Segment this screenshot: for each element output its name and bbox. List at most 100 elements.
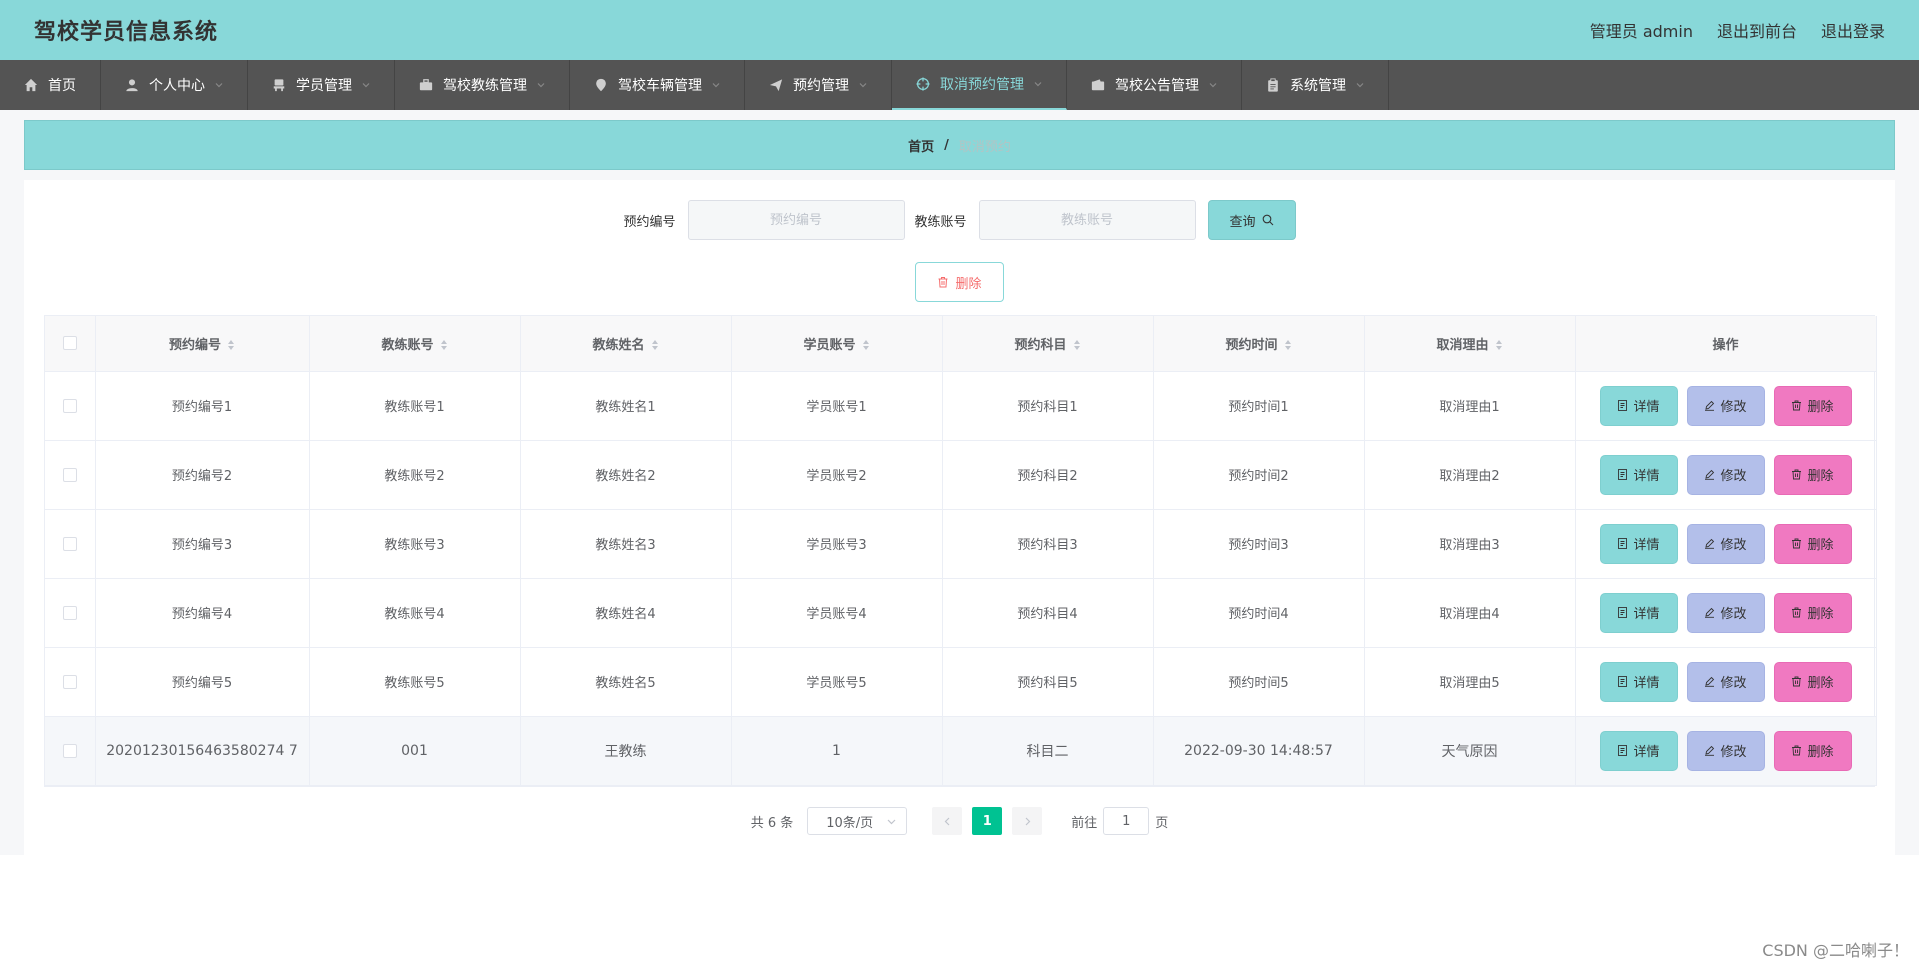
table-cell: 学员账号2: [731, 440, 943, 510]
breadcrumb-home[interactable]: 首页: [908, 136, 934, 155]
nav-item-system[interactable]: 系统管理: [1242, 60, 1389, 110]
table-cell: 预约科目3: [942, 509, 1154, 579]
sort-icon[interactable]: [1284, 339, 1292, 351]
column-header[interactable]: 取消理由: [1364, 316, 1576, 372]
top-nav: 首页 个人中心 学员管理 驾校教练管理 驾校车辆管理 预约管理 取消预约管理 驾…: [0, 60, 1919, 110]
sort-icon[interactable]: [862, 339, 870, 351]
admin-label: 管理员 admin: [1589, 22, 1693, 41]
table-cell: 教练账号3: [309, 509, 521, 579]
nav-item-students[interactable]: 学员管理: [248, 60, 395, 110]
column-header[interactable]: 教练账号: [309, 316, 521, 372]
row-select-cell: [45, 371, 96, 441]
nav-item-home[interactable]: 首页: [0, 60, 101, 110]
row-checkbox[interactable]: [62, 674, 77, 689]
sort-icon[interactable]: [227, 339, 235, 351]
delete-label: 删除: [1807, 607, 1834, 622]
edit-button[interactable]: 修改: [1686, 454, 1765, 495]
column-header[interactable]: 预约科目: [942, 316, 1154, 372]
detail-button[interactable]: 详情: [1599, 454, 1678, 495]
trash-icon: [1792, 469, 1802, 480]
user-icon: [125, 78, 139, 92]
nav-item-vehicles[interactable]: 驾校车辆管理: [570, 60, 745, 110]
table-row[interactable]: 预约编号5 教练账号5 教练姓名5 学员账号5 预约科目5 预约时间5 取消理由5 详情 修改 删…: [45, 647, 1877, 717]
chevron-down-icon: [1034, 80, 1042, 88]
logout-link[interactable]: 退出登录: [1821, 18, 1885, 42]
goto-page-input[interactable]: [1103, 807, 1150, 835]
detail-button[interactable]: 详情: [1599, 730, 1678, 771]
edit-button[interactable]: 修改: [1686, 661, 1765, 702]
appointment-id-input[interactable]: [687, 200, 905, 240]
page-jumper: 前往 页: [1071, 807, 1168, 835]
search-icon: [1262, 214, 1273, 226]
chevron-down-icon: [362, 81, 370, 89]
nav-item-personal[interactable]: 个人中心: [101, 60, 248, 110]
row-actions: 详情 修改 删除: [1575, 578, 1877, 648]
table-row[interactable]: 20201230156463580274 7 001 王教练 1 科目二 2022-09-…: [45, 716, 1877, 786]
sort-icon[interactable]: [1073, 339, 1081, 351]
row-actions: 详情 修改 删除: [1575, 371, 1877, 441]
delete-button[interactable]: 删除: [1773, 592, 1852, 633]
table-cell: 预约科目1: [942, 371, 1154, 441]
nav-item-cancel-appointments[interactable]: 取消预约管理: [892, 60, 1067, 110]
pagination: 共 6 条 10条/页 1 前往 页: [24, 807, 1895, 835]
breadcrumb-current: 取消预约: [958, 139, 1011, 155]
table-row[interactable]: 预约编号4 教练账号4 教练姓名4 学员账号4 预约科目4 预约时间4 取消理由4 详情 修改 删…: [45, 578, 1877, 648]
row-checkbox[interactable]: [62, 743, 77, 758]
page-size-value: 10条/页: [826, 815, 874, 831]
search-button[interactable]: 查询: [1207, 200, 1296, 240]
table-cell: 预约编号3: [95, 509, 310, 579]
delete-button[interactable]: 删除: [1773, 523, 1852, 564]
next-page-button[interactable]: [1012, 807, 1043, 835]
sort-icon[interactable]: [651, 339, 659, 351]
detail-button[interactable]: 详情: [1599, 385, 1678, 426]
chevron-down-icon: [537, 81, 545, 89]
table-row[interactable]: 预约编号2 教练账号2 教练姓名2 学员账号2 预约科目2 预约时间2 取消理由2 详情 修改 删…: [45, 440, 1877, 510]
edit-button[interactable]: 修改: [1686, 523, 1765, 564]
column-header[interactable]: 预约时间: [1153, 316, 1365, 372]
nav-item-notices[interactable]: 驾校公告管理: [1067, 60, 1242, 110]
table-cell: 2022-09-30 14:48:57: [1153, 716, 1365, 786]
table-cell: 预约时间4: [1153, 578, 1365, 648]
edit-label: 修改: [1720, 745, 1747, 760]
row-checkbox[interactable]: [62, 398, 77, 413]
back-to-front-link[interactable]: 退出到前台: [1717, 18, 1797, 42]
edit-button[interactable]: 修改: [1686, 730, 1765, 771]
edit-button[interactable]: 修改: [1686, 385, 1765, 426]
nav-item-label: 预约管理: [793, 78, 849, 94]
prev-page-button[interactable]: [932, 807, 963, 835]
row-checkbox[interactable]: [62, 536, 77, 551]
select-all-checkbox[interactable]: [62, 336, 77, 351]
table-cell: 教练账号2: [309, 440, 521, 510]
trash-icon: [1792, 607, 1802, 618]
edit-icon: [1705, 538, 1715, 549]
delete-button[interactable]: 删除: [1773, 730, 1852, 771]
detail-label: 详情: [1633, 745, 1660, 760]
nav-item-coaches[interactable]: 驾校教练管理: [395, 60, 570, 110]
table-row[interactable]: 预约编号3 教练账号3 教练姓名3 学员账号3 预约科目3 预约时间3 取消理由3 详情 修改 删…: [45, 509, 1877, 579]
column-header[interactable]: 预约编号: [95, 316, 310, 372]
page-size-select[interactable]: 10条/页: [807, 807, 908, 835]
sort-icon[interactable]: [1495, 339, 1503, 351]
table-row[interactable]: 预约编号1 教练账号1 教练姓名1 学员账号1 预约科目1 预约时间1 取消理由1 详情 修改 删…: [45, 371, 1877, 441]
delete-button[interactable]: 删除: [1773, 661, 1852, 702]
coach-account-input[interactable]: [978, 200, 1196, 240]
document-icon: [1618, 469, 1628, 480]
delete-button[interactable]: 删除: [1773, 454, 1852, 495]
column-header[interactable]: 学员账号: [731, 316, 943, 372]
row-checkbox[interactable]: [62, 605, 77, 620]
detail-button[interactable]: 详情: [1599, 523, 1678, 564]
column-header[interactable]: 教练姓名: [520, 316, 732, 372]
detail-button[interactable]: 详情: [1599, 592, 1678, 633]
table-cell: 预约编号4: [95, 578, 310, 648]
row-checkbox[interactable]: [62, 467, 77, 482]
delete-button[interactable]: 删除: [1773, 385, 1852, 426]
bulk-delete-button[interactable]: 删除: [915, 262, 1004, 302]
trash-icon: [1792, 400, 1802, 411]
coach-account-label: 教练账号: [914, 214, 967, 230]
nav-item-appointments[interactable]: 预约管理: [745, 60, 892, 110]
detail-button[interactable]: 详情: [1599, 661, 1678, 702]
sort-icon[interactable]: [440, 339, 448, 351]
document-icon: [1618, 400, 1628, 411]
edit-button[interactable]: 修改: [1686, 592, 1765, 633]
page-number-button[interactable]: 1: [972, 807, 1003, 835]
